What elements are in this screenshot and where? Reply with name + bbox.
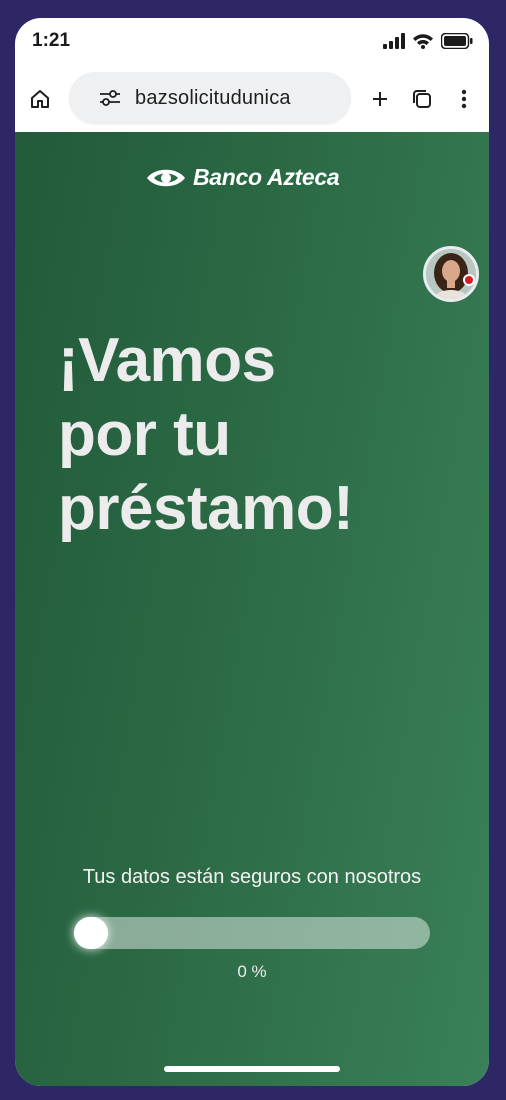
- new-tab-icon: [373, 92, 387, 106]
- home-icon: [31, 90, 49, 108]
- tabs-icon: [413, 90, 431, 108]
- phone-screen: 1:21 bazsolicitudunica Banco Azteca ¡Vam…: [15, 18, 489, 1086]
- address-bar[interactable]: bazsolicitudunica: [69, 72, 351, 124]
- headline-line-1: ¡Vamos: [58, 326, 276, 395]
- headline-line-3: préstamo!: [58, 474, 354, 543]
- status-bar: 1:21: [15, 18, 489, 64]
- home-indicator[interactable]: [164, 1066, 340, 1072]
- progress-knob: [74, 917, 108, 949]
- status-icons: [383, 33, 473, 49]
- more-button[interactable]: [447, 82, 481, 116]
- signal-icon: [383, 33, 405, 49]
- url-text[interactable]: bazsolicitudunica: [135, 87, 291, 110]
- new-tab-button[interactable]: [363, 82, 397, 116]
- tabs-button[interactable]: [405, 82, 439, 116]
- status-time: 1:21: [32, 30, 71, 51]
- home-button[interactable]: [23, 82, 57, 116]
- headline-line-2: por tu: [58, 400, 231, 469]
- progress-percent: 0 %: [237, 962, 267, 981]
- logo-text: Banco Azteca: [193, 164, 340, 190]
- page-headline: ¡Vamos por tu préstamo!: [58, 324, 438, 546]
- notification-dot: [463, 274, 475, 286]
- more-icon: [461, 89, 467, 109]
- page-content: Banco Azteca ¡Vamos por tu préstamo! Tus…: [15, 132, 489, 1086]
- battery-icon: [441, 33, 473, 49]
- bank-logo: Banco Azteca: [145, 164, 340, 191]
- progress-bar: [74, 917, 430, 949]
- logo-eye-icon: [147, 169, 185, 186]
- browser-toolbar: bazsolicitudunica: [15, 66, 489, 132]
- site-settings-icon[interactable]: [99, 89, 121, 107]
- secure-data-message: Tus datos están seguros con nosotros: [82, 866, 422, 888]
- wifi-icon: [413, 34, 433, 49]
